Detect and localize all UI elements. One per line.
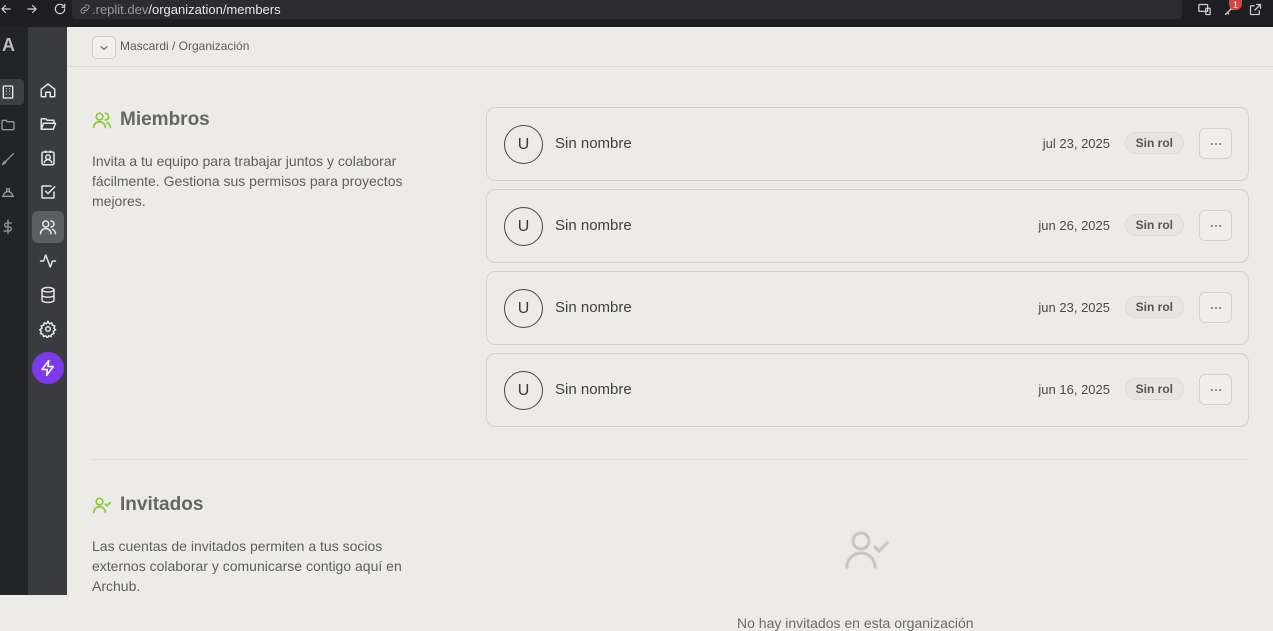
- guests-description: Las cuentas de invitados permiten a tus …: [92, 538, 402, 594]
- guests-title: Invitados: [120, 494, 204, 515]
- reload-icon[interactable]: [50, 0, 70, 19]
- more-horizontal-icon[interactable]: [1199, 374, 1232, 405]
- member-card: U Sin nombre jul 23, 2025 Sin rol: [486, 107, 1249, 181]
- breadcrumb[interactable]: Mascardi / Organización: [120, 39, 249, 53]
- contact-icon[interactable]: [32, 142, 64, 174]
- role-badge[interactable]: Sin rol: [1124, 132, 1184, 154]
- notification-badge: 1: [1229, 0, 1242, 10]
- main-content: Mascardi / Organización Miembros Invita …: [67, 27, 1273, 631]
- breadcrumb-bar: Mascardi / Organización: [67, 27, 1273, 67]
- role-badge[interactable]: Sin rol: [1124, 378, 1184, 400]
- member-name: Sin nombre: [555, 135, 632, 152]
- member-card: U Sin nombre jun 16, 2025 Sin rol: [486, 353, 1249, 427]
- folder-open-icon[interactable]: [32, 108, 64, 140]
- member-name: Sin nombre: [555, 299, 632, 316]
- avatar: U: [504, 371, 543, 410]
- member-date: jun 26, 2025: [1038, 218, 1110, 233]
- dollar-icon[interactable]: [0, 216, 22, 238]
- member-card: U Sin nombre jun 26, 2025 Sin rol: [486, 189, 1249, 263]
- home-icon[interactable]: [32, 74, 64, 106]
- role-badge[interactable]: Sin rol: [1124, 214, 1184, 236]
- browser-toolbar: .replit.dev/organization/members 1: [0, 0, 1273, 27]
- helmet-icon[interactable]: [0, 182, 22, 204]
- guests-empty-state: No hay invitados en esta organización: [737, 615, 974, 631]
- section-divider: [92, 459, 1248, 460]
- folder-icon[interactable]: [0, 114, 22, 136]
- user-check-icon: [92, 497, 112, 514]
- address-bar[interactable]: .replit.dev/organization/members: [72, 0, 1182, 19]
- brush-icon[interactable]: [0, 148, 22, 170]
- avatar: U: [504, 125, 543, 164]
- more-horizontal-icon[interactable]: [1199, 128, 1232, 159]
- members-description: Invita a tu equipo para trabajar juntos …: [92, 153, 403, 209]
- bolt-icon[interactable]: [32, 352, 64, 384]
- link-icon: [80, 4, 90, 14]
- arrow-right-icon[interactable]: [22, 0, 42, 19]
- activity-icon[interactable]: [32, 245, 64, 277]
- chevron-down-icon[interactable]: [92, 36, 116, 59]
- arrow-left-icon[interactable]: [0, 0, 16, 19]
- url-text: .replit.dev/organization/members: [92, 2, 281, 17]
- avatar: U: [504, 289, 543, 328]
- check-square-icon[interactable]: [32, 176, 64, 208]
- users-icon: [92, 112, 112, 129]
- devices-icon[interactable]: [1196, 1, 1214, 19]
- member-card: U Sin nombre jun 23, 2025 Sin rol: [486, 271, 1249, 345]
- member-name: Sin nombre: [555, 217, 632, 234]
- member-date: jul 23, 2025: [1042, 136, 1110, 151]
- role-badge[interactable]: Sin rol: [1124, 296, 1184, 318]
- user-check-icon: [845, 531, 889, 569]
- gear-icon[interactable]: [32, 313, 64, 345]
- database-icon[interactable]: [32, 279, 64, 311]
- avatar: U: [504, 207, 543, 246]
- building-icon[interactable]: [0, 79, 24, 105]
- external-link-icon[interactable]: [1247, 1, 1265, 19]
- members-title: Miembros: [120, 109, 210, 130]
- member-name: Sin nombre: [555, 381, 632, 398]
- more-horizontal-icon[interactable]: [1199, 210, 1232, 241]
- more-horizontal-icon[interactable]: [1199, 292, 1232, 323]
- members-heading: Miembros: [92, 109, 210, 131]
- member-date: jun 16, 2025: [1038, 382, 1110, 397]
- section-rail: [28, 27, 67, 595]
- app-logo[interactable]: A: [2, 35, 15, 55]
- guests-heading: Invitados: [92, 494, 203, 516]
- org-rail: A: [0, 27, 28, 595]
- users-icon[interactable]: [32, 211, 64, 243]
- member-date: jun 23, 2025: [1038, 300, 1110, 315]
